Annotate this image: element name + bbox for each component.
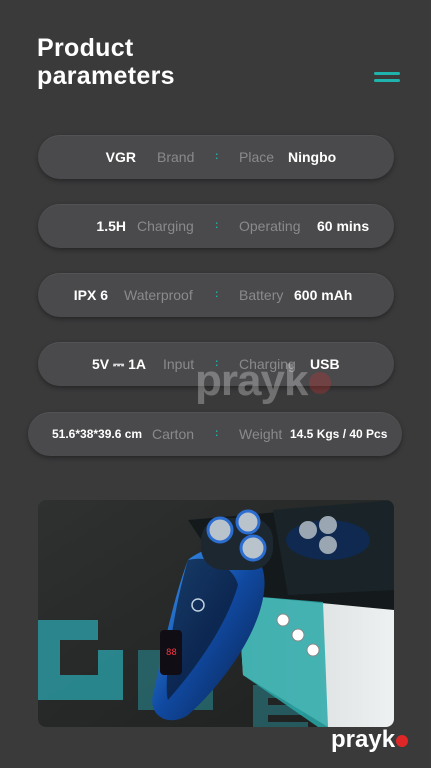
svg-text:88: 88 <box>166 648 177 658</box>
shaver-product-photo: 88 <box>38 500 394 727</box>
param-row-carton: 51.6*38*39.6 cm Carton : Weight 14.5 Kgs… <box>28 412 402 456</box>
watermark-text: prayk <box>195 356 308 405</box>
input-value: 5V ⎓ 1A <box>92 356 146 372</box>
charging-label: Charging <box>137 218 194 234</box>
brand-value: VGR <box>105 149 136 165</box>
watermark-dot <box>309 372 332 395</box>
row-separator: : <box>215 220 219 231</box>
row-separator: : <box>215 428 219 439</box>
weight-label: Weight <box>239 426 283 442</box>
title-line-2: parameters <box>37 62 175 90</box>
place-value: Ningbo <box>288 149 337 165</box>
page-title: Product parameters <box>37 34 175 90</box>
operating-value: 60 mins <box>317 218 370 234</box>
battery-label: Battery <box>239 287 284 303</box>
waterproof-value: IPX 6 <box>73 287 108 303</box>
watermark-text: prayk <box>331 726 396 753</box>
watermark-center: prayk <box>195 356 332 406</box>
carton-label: Carton <box>152 426 195 442</box>
param-row-brand: VGR Brand : Place Ningbo <box>38 135 394 179</box>
carton-value: 51.6*38*39.6 cm <box>52 427 143 441</box>
waterproof-label: Waterproof <box>124 287 193 303</box>
param-row-waterproof: IPX 6 Waterproof : Battery 600 mAh <box>38 273 394 317</box>
row-separator: : <box>215 151 219 162</box>
operating-label: Operating <box>239 218 301 234</box>
brand-label: Brand <box>157 149 195 165</box>
charging-time-value: 1.5H <box>96 218 126 234</box>
weight-value: 14.5 Kgs / 40 Pcs <box>290 427 388 441</box>
hamburger-icon[interactable] <box>374 72 400 86</box>
title-line-1: Product <box>37 34 134 62</box>
product-photo: 88 <box>38 500 394 727</box>
battery-value: 600 mAh <box>294 287 353 303</box>
param-row-charging: 1.5H Charging : Operating 60 mins <box>38 204 394 248</box>
watermark-dot <box>396 734 409 747</box>
place-label: Place <box>239 149 275 165</box>
row-separator: : <box>215 289 219 300</box>
input-label: Input <box>163 356 195 372</box>
watermark-corner: prayk <box>331 726 409 754</box>
